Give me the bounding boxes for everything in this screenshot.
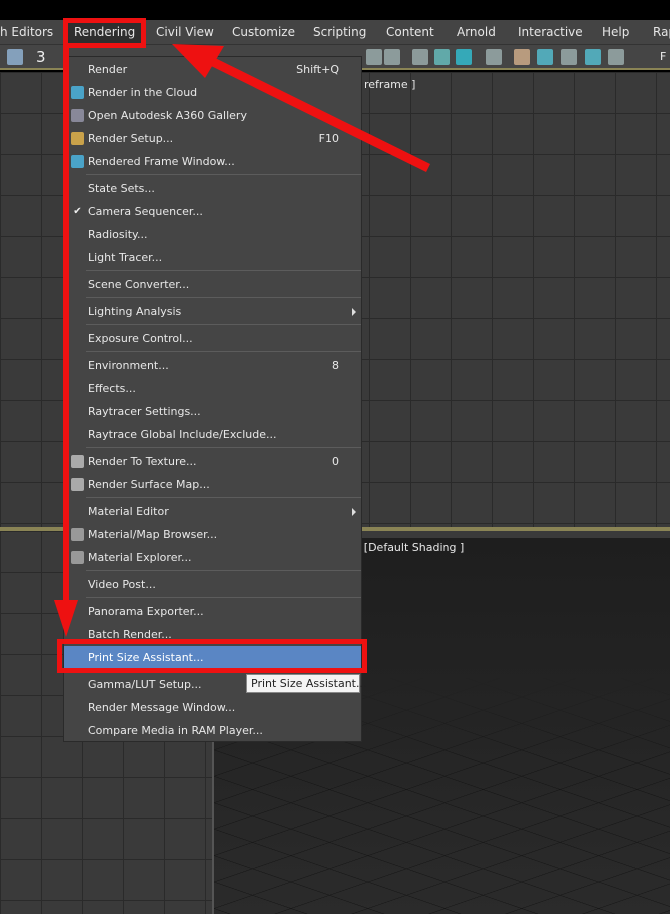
- menu-item-label: Rendered Frame Window...: [88, 155, 235, 168]
- menu-item-raytracer-settings[interactable]: Raytracer Settings...: [64, 400, 361, 423]
- menu-item-render-setup[interactable]: Render Setup... F10: [64, 127, 361, 150]
- checkmark-icon: ✔: [73, 206, 82, 217]
- menu-item-label: Material Explorer...: [88, 551, 192, 564]
- menu-item-label: Render Surface Map...: [88, 478, 210, 491]
- menu-item-lighting-analysis[interactable]: Lighting Analysis: [64, 300, 361, 323]
- menu-item-label: Render in the Cloud: [88, 86, 198, 99]
- menu-item-panorama-exporter[interactable]: Panorama Exporter...: [64, 600, 361, 623]
- menu-item-label: Exposure Control...: [88, 332, 193, 345]
- surface-map-icon: [71, 478, 84, 491]
- menu-item-label: Radiosity...: [88, 228, 148, 241]
- material-explorer-icon: [71, 551, 84, 564]
- viewport-label[interactable]: ] [Default Shading ]: [356, 541, 464, 554]
- menu-item-label: Render Setup...: [88, 132, 174, 145]
- submenu-arrow-icon: [352, 508, 356, 516]
- menu-item-material-explorer[interactable]: Material Explorer...: [64, 546, 361, 569]
- menu-item-label: Render To Texture...: [88, 455, 197, 468]
- viewport-label[interactable]: reframe ]: [364, 78, 415, 91]
- menu-item-exposure-control[interactable]: Exposure Control...: [64, 327, 361, 350]
- menu-item-radiosity[interactable]: Radiosity...: [64, 223, 361, 246]
- render-icon[interactable]: [561, 49, 577, 65]
- frame-label: F: [660, 50, 667, 63]
- menu-civil-view[interactable]: Civil View: [156, 20, 214, 45]
- menu-item-label: Material/Map Browser...: [88, 528, 218, 541]
- menu-item-label: Material Editor: [88, 505, 169, 518]
- menu-interactive[interactable]: Interactive: [518, 20, 583, 45]
- shortcut-label: 8: [332, 359, 339, 372]
- menu-item-label: Open Autodesk A360 Gallery: [88, 109, 247, 122]
- menu-item-label: State Sets...: [88, 182, 155, 195]
- shortcut-label: 0: [332, 455, 339, 468]
- menu-item-open-autodesk-a360-gallery[interactable]: Open Autodesk A360 Gallery: [64, 104, 361, 127]
- menu-scripting[interactable]: Scripting: [313, 20, 366, 45]
- menu-item-label: Gamma/LUT Setup...: [88, 678, 202, 691]
- menu-item-compare-media-in-ram-player[interactable]: Compare Media in RAM Player...: [64, 719, 361, 742]
- menu-item-scene-converter[interactable]: Scene Converter...: [64, 273, 361, 296]
- submenu-arrow-icon: [352, 308, 356, 316]
- menu-item-label: Render Message Window...: [88, 701, 236, 714]
- grid-icon[interactable]: [608, 49, 624, 65]
- frame-window-icon: [71, 155, 84, 168]
- menu-item-label: Light Tracer...: [88, 251, 163, 264]
- menu-item-label: Raytrace Global Include/Exclude...: [88, 428, 277, 441]
- menu-content[interactable]: Content: [386, 20, 434, 45]
- curve-editor-icon[interactable]: [434, 49, 450, 65]
- menu-item-effects[interactable]: Effects...: [64, 377, 361, 400]
- teapot-gear-icon: [71, 132, 84, 145]
- menu-item-render-to-texture[interactable]: Render To Texture... 0: [64, 450, 361, 473]
- menu-item-label: Raytracer Settings...: [88, 405, 201, 418]
- menu-item-label: Video Post...: [88, 578, 156, 591]
- menu-arnold[interactable]: Arnold: [457, 20, 496, 45]
- title-area: [0, 0, 670, 20]
- menu-item-label: Render: [88, 63, 128, 76]
- cloud-teapot-icon: [71, 86, 84, 99]
- menu-item-label: Compare Media in RAM Player...: [88, 724, 263, 737]
- menu-item-camera-sequencer[interactable]: ✔ Camera Sequencer...: [64, 200, 361, 223]
- menu-item-render-surface-map[interactable]: Render Surface Map...: [64, 473, 361, 496]
- menu-item-environment[interactable]: Environment... 8: [64, 354, 361, 377]
- align-icon[interactable]: [456, 49, 472, 65]
- menu-item-label: Environment...: [88, 359, 169, 372]
- menu-item-render-in-the-cloud[interactable]: Render in the Cloud: [64, 81, 361, 104]
- render-cloud-icon[interactable]: [585, 49, 601, 65]
- menu-item-light-tracer[interactable]: Light Tracer...: [64, 246, 361, 269]
- menu-item-raytrace-global-include-exclude[interactable]: Raytrace Global Include/Exclude...: [64, 423, 361, 446]
- menu-item-material-editor[interactable]: Material Editor: [64, 500, 361, 523]
- material-editor-icon[interactable]: [486, 49, 502, 65]
- menu-customize[interactable]: Customize: [232, 20, 295, 45]
- scene-explorer-icon[interactable]: [412, 49, 428, 65]
- menu-h-editors[interactable]: h Editors: [0, 20, 53, 45]
- teapot-texture-icon: [71, 455, 84, 468]
- shortcut-label: Shift+Q: [296, 63, 339, 76]
- menu-item-render-message-window[interactable]: Render Message Window...: [64, 696, 361, 719]
- menu-item-render[interactable]: Render Shift+Q: [64, 58, 361, 81]
- annotation-box-rendering: [63, 18, 146, 48]
- menu-rap[interactable]: Rap: [653, 20, 670, 45]
- render-setup-icon[interactable]: [514, 49, 530, 65]
- material-browser-icon: [71, 528, 84, 541]
- select-icon[interactable]: [7, 49, 23, 65]
- menu-item-rendered-frame-window[interactable]: Rendered Frame Window...: [64, 150, 361, 173]
- gallery-icon: [71, 109, 84, 122]
- menu-help[interactable]: Help: [602, 20, 629, 45]
- menu-item-label: Lighting Analysis: [88, 305, 182, 318]
- shortcut-label: F10: [318, 132, 339, 145]
- rendered-frame-icon[interactable]: [537, 49, 553, 65]
- menu-item-video-post[interactable]: Video Post...: [64, 573, 361, 596]
- tooltip: Print Size Assistant...: [246, 674, 366, 693]
- layer-icon[interactable]: [366, 49, 382, 65]
- menu-item-label: Panorama Exporter...: [88, 605, 204, 618]
- menu-item-label: Effects...: [88, 382, 136, 395]
- menu-item-label: Scene Converter...: [88, 278, 190, 291]
- stack-icon[interactable]: [384, 49, 400, 65]
- menu-item-label: Camera Sequencer...: [88, 205, 203, 218]
- menu-item-state-sets[interactable]: State Sets...: [64, 177, 361, 200]
- annotation-box-print-size: [57, 639, 367, 673]
- snap-toggle[interactable]: 3: [36, 48, 46, 66]
- menu-item-material-map-browser[interactable]: Material/Map Browser...: [64, 523, 361, 546]
